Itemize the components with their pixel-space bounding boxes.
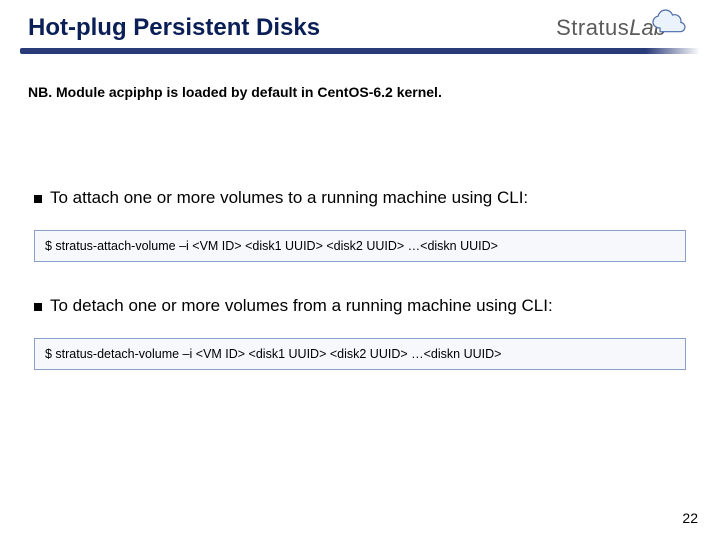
slide-header: Hot-plug Persistent Disks StratusLab: [0, 0, 720, 42]
logo-stratus: Stratus: [556, 15, 629, 41]
slide-content: NB. Module acpiphp is loaded by default …: [0, 54, 720, 370]
slide-title: Hot-plug Persistent Disks: [28, 14, 320, 42]
bullet-icon: [34, 195, 42, 203]
bullet-text: To detach one or more volumes from a run…: [50, 296, 553, 316]
note-text: NB. Module acpiphp is loaded by default …: [28, 84, 692, 100]
page-number: 22: [682, 510, 698, 526]
code-attach: $ stratus-attach-volume –i <VM ID> <disk…: [34, 230, 686, 262]
cloud-icon: [648, 8, 692, 41]
bullet-icon: [34, 303, 42, 311]
code-detach: $ stratus-detach-volume –i <VM ID> <disk…: [34, 338, 686, 370]
brand-logo: StratusLab: [556, 14, 692, 41]
bullet-attach: To attach one or more volumes to a runni…: [34, 188, 692, 208]
bullet-text: To attach one or more volumes to a runni…: [50, 188, 528, 208]
bullet-detach: To detach one or more volumes from a run…: [34, 296, 692, 316]
